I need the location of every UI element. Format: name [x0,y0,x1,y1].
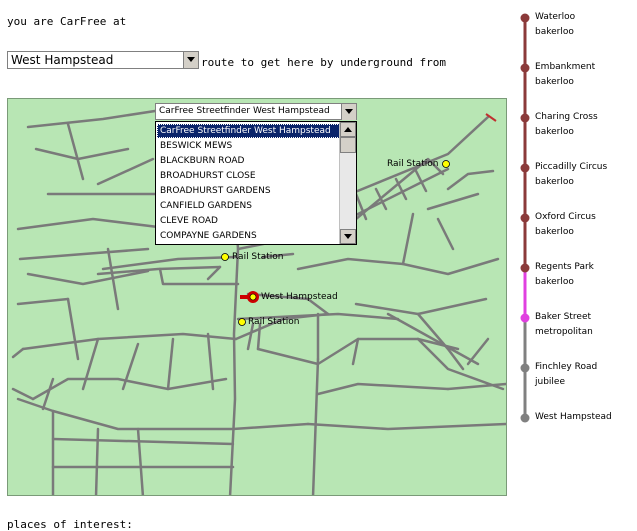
streetfinder-dropdown-list: CarFree Streetfinder West Hampstead BESW… [155,121,357,245]
scroll-down-icon[interactable] [340,229,356,244]
chevron-down-icon[interactable] [341,104,356,120]
scroll-up-icon[interactable] [340,122,356,137]
street-option[interactable]: CLEVE ROAD [157,214,340,228]
station-stop-icon [520,163,530,173]
station-stop-icon [520,363,530,373]
underground-route: Waterloo bakerloo Embankment bakerloo Charin… [515,8,637,428]
station-select[interactable]: West Hampstead [7,51,199,69]
station-stop-icon [520,63,530,73]
route-stop-name[interactable]: Regents Park [535,260,594,275]
route-stop-line: bakerloo [535,77,574,87]
station-stop-icon [520,213,530,223]
station-stop-icon [520,263,530,273]
chevron-down-icon[interactable] [183,52,198,68]
station-stop-icon [520,113,530,123]
route-stop-name[interactable]: Waterloo [535,10,575,25]
rail-station-label: Rail Station [232,252,284,262]
route-stop-name[interactable]: West Hampstead [535,410,612,425]
current-station-label: West Hampstead [261,292,338,302]
route-line [520,13,530,423]
route-stop-name[interactable]: Finchley Road [535,360,597,375]
route-stop-line: bakerloo [535,127,574,137]
route-stop-line: bakerloo [535,227,574,237]
route-text: route to get here by underground from [201,56,447,69]
route-stop-line: metropolitan [535,327,593,337]
route-stop-name[interactable]: Charing Cross [535,110,598,125]
street-option[interactable]: CarFree Streetfinder West Hampstead [157,124,340,138]
route-stop-line: jubilee [535,377,565,387]
street-option[interactable]: BROADHURST GARDENS [157,184,340,198]
route-stop-line: bakerloo [535,27,574,37]
places-of-interest-heading: places of interest: [7,518,133,531]
station-stop-icon [520,13,530,23]
station-stop-icon [520,313,530,323]
streetfinder-select[interactable]: CarFree Streetfinder West Hampstead [155,103,357,120]
street-option[interactable]: CANFIELD GARDENS [157,199,340,213]
rail-station-label: Rail Station [387,159,439,169]
rail-station-label: Rail Station [248,317,300,327]
route-stop-name[interactable]: Oxford Circus [535,210,596,225]
street-option[interactable]: BESWICK MEWS [157,139,340,153]
street-option[interactable]: BLACKBURN ROAD [157,154,340,168]
route-stop-line: bakerloo [535,177,574,187]
route-stop-name[interactable]: Baker Street [535,310,591,325]
streetfinder-select-value: CarFree Streetfinder West Hampstead [159,106,330,116]
street-option[interactable]: COMPAYNE GARDENS [157,229,340,243]
intro-text: you are CarFree at [7,15,127,28]
route-stop-name[interactable]: Embankment [535,60,595,75]
dropdown-scrollbar[interactable] [339,122,356,244]
scrollbar-thumb[interactable] [340,137,356,153]
street-option[interactable]: BROADHURST CLOSE [157,169,340,183]
station-select-value: West Hampstead [11,53,114,67]
route-stop-name[interactable]: Piccadilly Circus [535,160,607,175]
station-stop-icon [520,413,530,423]
route-stop-line: bakerloo [535,277,574,287]
